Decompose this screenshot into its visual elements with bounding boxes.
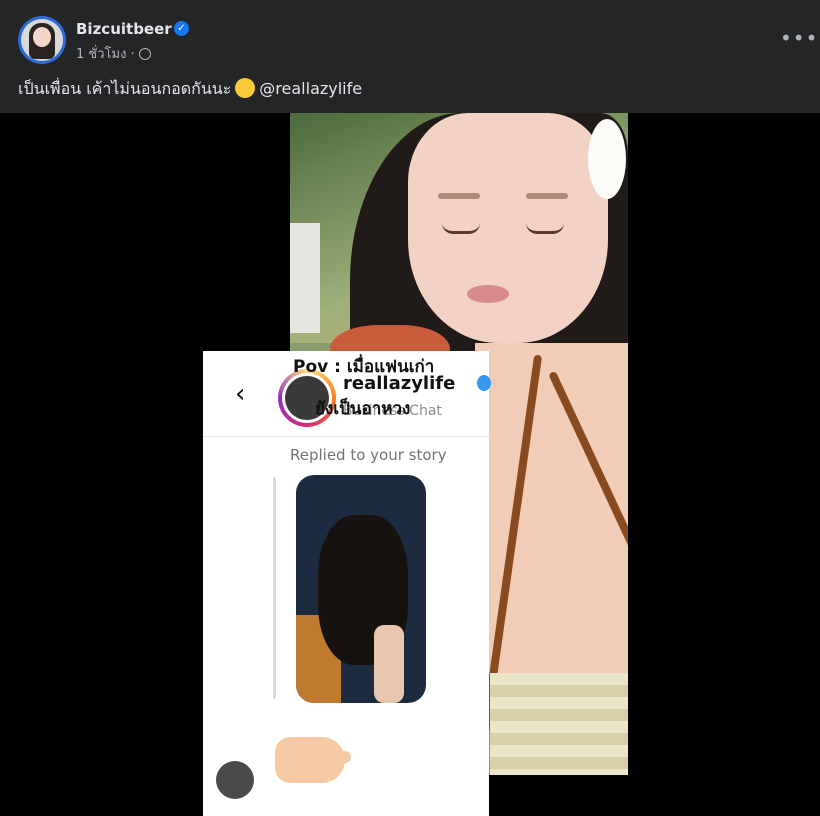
avatar-image (21, 19, 63, 61)
photo-skirt (490, 673, 628, 775)
verified-badge-icon: ✓ (174, 21, 189, 36)
post-header: Bizcuitbeer ✓ 1 ชั่วโมง · ••• เป็นเพื่อน… (0, 0, 820, 113)
photo-lips (467, 285, 509, 303)
post-meta: 1 ชั่วโมง · (76, 43, 151, 64)
chat-divider (203, 436, 489, 437)
photo-face (408, 113, 608, 343)
photo-flower (588, 119, 626, 199)
hand-finger (329, 751, 351, 763)
photo-brow-right (526, 193, 568, 199)
chat-verified-icon (477, 375, 491, 391)
post-media[interactable]: ‹ reallazylife Business Chat Pov : เมื่อ… (0, 113, 820, 816)
sender-avatar (216, 761, 254, 799)
photo-wall (290, 223, 320, 333)
replied-label: Replied to your story (290, 446, 447, 464)
post-caption: เป็นเพื่อน เค้าไม่นอนกอดกันนะ @reallazyli… (18, 77, 362, 102)
author-name[interactable]: Bizcuitbeer (76, 20, 172, 38)
winking-tongue-emoji-icon (235, 78, 256, 98)
photo-eye-left (442, 223, 480, 234)
overlay-text-line2: ยังเป็นอาหวง (315, 399, 411, 419)
story-arm (374, 625, 404, 703)
globe-icon (138, 48, 151, 60)
quote-bar (273, 477, 276, 699)
photo-brow-left (438, 193, 480, 199)
story-thumbnail (296, 475, 426, 703)
overlay-text-line1: Pov : เมื่อแฟนเก่า (293, 357, 435, 377)
author-avatar[interactable] (18, 16, 66, 64)
chevron-left-icon: ‹ (235, 379, 246, 409)
more-options-icon[interactable]: ••• (780, 26, 818, 50)
post-time[interactable]: 1 ชั่วโมง · (76, 47, 135, 62)
instagram-chat-screenshot: ‹ reallazylife Business Chat Pov : เมื่อ… (203, 351, 491, 816)
mention-link[interactable]: @reallazylife (259, 79, 362, 98)
photo-eye-right (526, 223, 564, 234)
caption-text: เป็นเพื่อน เค้าไม่นอนกอดกันนะ (18, 79, 232, 98)
avatar-face (33, 27, 51, 47)
